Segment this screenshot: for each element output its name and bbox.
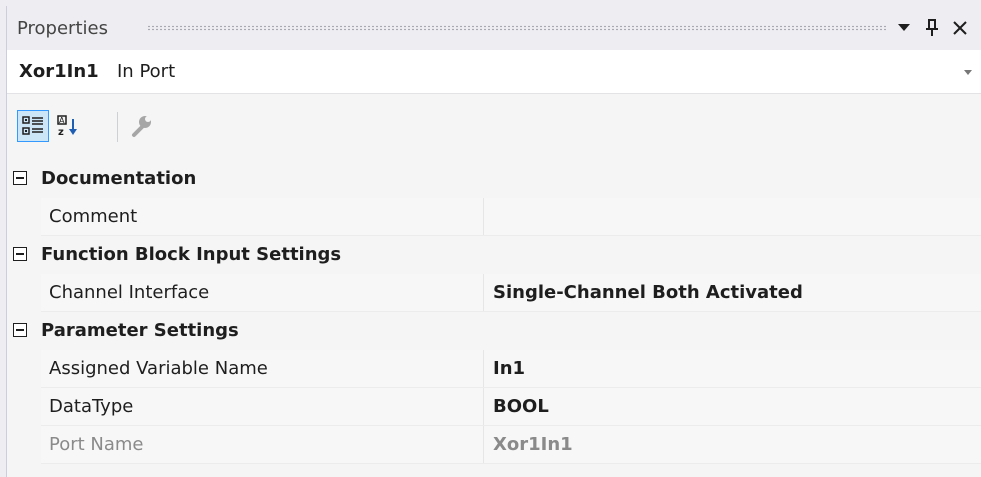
close-button[interactable] [947,14,973,42]
drag-grip[interactable] [147,25,887,31]
property-name: Comment [41,198,484,235]
alphabetical-icon: A z [57,115,77,137]
object-selector[interactable]: Xor1In1 In Port [7,50,981,94]
category-row[interactable]: Function Block Input Settings [7,236,981,274]
category-row[interactable]: Parameter Settings [7,312,981,350]
property-value[interactable]: Single-Channel Both Activated [484,274,981,311]
collapse-icon[interactable] [13,323,27,337]
wrench-icon [132,116,151,137]
categorized-icon [22,116,43,135]
property-name: Assigned Variable Name [41,350,484,387]
pin-button[interactable] [919,14,945,42]
title-bar[interactable]: Properties [7,6,981,50]
svg-text:z: z [58,127,64,137]
close-icon [953,21,967,35]
chevron-down-icon[interactable] [964,70,972,75]
property-value[interactable] [484,198,981,235]
property-row[interactable]: DataType BOOL [41,388,981,426]
collapse-icon[interactable] [13,247,27,261]
category-label: Documentation [41,168,197,189]
category-label: Function Block Input Settings [41,244,342,265]
chevron-down-icon [898,24,910,31]
pin-icon [926,19,938,36]
categorized-button[interactable] [17,110,49,142]
selected-object-type: In Port [117,61,176,82]
property-pages-button[interactable] [125,110,157,142]
selected-object-name: Xor1In1 [19,61,99,82]
toolbar-separator [117,112,118,142]
category-label: Parameter Settings [41,320,239,341]
property-row[interactable]: Assigned Variable Name In1 [41,350,981,388]
property-toolbar: A z [7,94,981,160]
property-row[interactable]: Channel Interface Single-Channel Both Act… [41,274,981,312]
panel-title: Properties [17,18,108,39]
collapse-icon[interactable] [13,171,27,185]
property-value[interactable]: BOOL [484,388,981,425]
property-value: Xor1In1 [484,426,981,463]
property-name: DataType [41,388,484,425]
property-name: Channel Interface [41,274,484,311]
property-grid: Documentation Comment Function Block Input… [7,160,981,464]
property-row[interactable]: Port Name Xor1In1 [41,426,981,464]
property-row[interactable]: Comment [41,198,981,236]
property-value[interactable]: In1 [484,350,981,387]
category-row[interactable]: Documentation [7,160,981,198]
dropdown-button[interactable] [891,14,917,42]
alphabetical-button[interactable]: A z [53,110,85,142]
svg-text:A: A [59,116,65,125]
property-name: Port Name [41,426,484,463]
properties-panel: Properties Xor1In1 In Port A z Documenta… [6,6,981,477]
